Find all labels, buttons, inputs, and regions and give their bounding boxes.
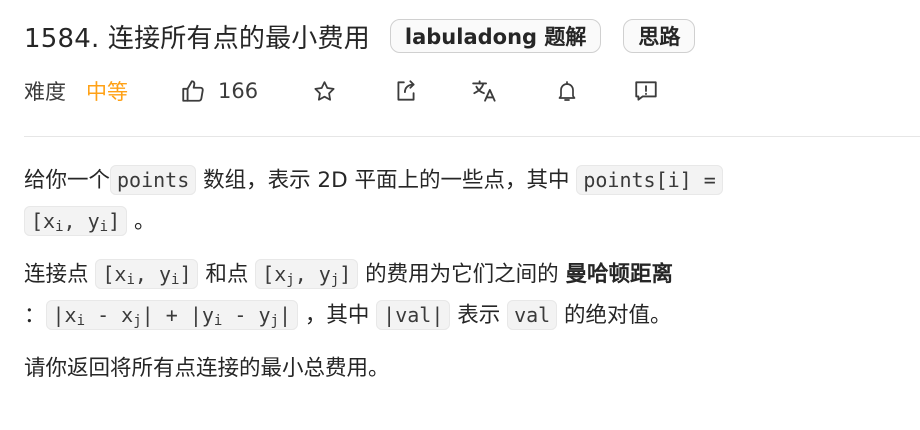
text-segment: 。	[127, 209, 156, 234]
difficulty-label: 难度	[24, 80, 66, 104]
like-count: 166	[218, 79, 259, 103]
inline-code: [xi, yi]	[95, 259, 199, 289]
problem-description: 给你一个 points 数组，表示 2D 平面上的一些点，其中 points[i]…	[24, 160, 884, 401]
tag-approach[interactable]: 思路	[623, 19, 696, 53]
text-segment: 的费用为它们之间的	[358, 262, 566, 287]
text-segment: 和点	[198, 262, 256, 287]
text-segment: 数组，表示 2D 平面上的一些点，其中	[196, 168, 577, 193]
like-button[interactable]: 166	[180, 78, 258, 104]
problem-header: 1584. 连接所有点的最小费用 labuladong 题解 思路	[24, 14, 696, 58]
inline-code: points[i] =	[576, 165, 723, 195]
text-segment: ，其中	[298, 303, 377, 328]
feedback-icon[interactable]	[633, 78, 659, 104]
text-segment: 给你一个	[24, 168, 111, 193]
tag-labuladong-solution[interactable]: labuladong 题解	[389, 19, 602, 53]
inline-code: [xi, yi]	[24, 206, 128, 236]
text-segment: 的绝对值。	[557, 303, 672, 328]
problem-meta-bar: 难度 中等 166	[24, 72, 884, 110]
bold-term: 曼哈顿距离	[565, 262, 673, 287]
star-icon[interactable]	[312, 79, 337, 104]
thumbs-up-icon	[180, 78, 206, 104]
inline-code: |xi - xj| + |yi - yj|	[45, 300, 298, 330]
share-icon[interactable]	[393, 78, 419, 104]
difficulty-value: 中等	[86, 80, 128, 104]
description-paragraph: 请你返回将所有点连接的最小总费用。	[24, 356, 390, 381]
text-segment: 连接点	[24, 262, 96, 287]
text-segment: 表示	[450, 303, 508, 328]
description-paragraph: 连接点 [xi, yi] 和点 [xj, yj] 的费用为它们之间的 曼哈顿距离…	[24, 254, 884, 336]
bell-icon[interactable]	[555, 78, 579, 104]
inline-code: points	[110, 165, 197, 195]
translate-icon[interactable]	[471, 78, 499, 104]
inline-code: [xj, yj]	[255, 259, 359, 289]
problem-title: 1584. 连接所有点的最小费用	[24, 23, 370, 54]
description-paragraph: 给你一个 points 数组，表示 2D 平面上的一些点，其中 points[i]…	[24, 160, 884, 242]
header-divider	[24, 136, 920, 137]
text-segment: ：	[24, 303, 46, 328]
inline-code: val	[507, 300, 558, 330]
inline-code: |val|	[376, 300, 451, 330]
